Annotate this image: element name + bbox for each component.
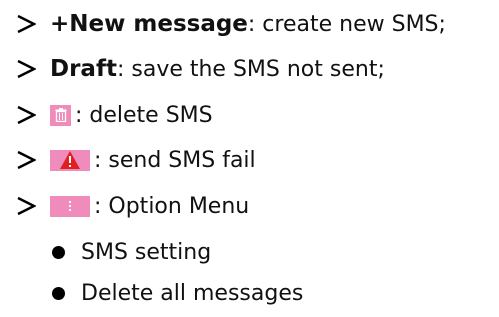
sub-item-label: SMS setting [81,239,212,265]
trash-icon [50,104,71,126]
arrow-bullet-icon [17,14,36,34]
desc-new-message: : create new SMS; [247,11,446,37]
term-draft: Draft [50,56,117,82]
desc-send-fail: : send SMS fail [94,147,256,173]
bullet-item-new-message: +New message : create new SMS; [16,4,446,44]
bullet-item-draft: Draft : save the SMS not sent; [16,49,385,89]
dot-bullet-icon [52,245,65,259]
warning-icon [50,149,90,171]
arrow-bullet-icon [17,196,36,216]
sub-item-delete-all: Delete all messages [52,275,303,311]
dot-bullet-icon [52,286,65,300]
term-new-message: +New message [50,11,248,37]
arrow-bullet-icon [17,59,36,79]
sub-item-sms-setting: SMS setting [52,234,211,270]
more-vertical-icon [50,195,90,217]
bullet-item-option-menu: : Option Menu [16,186,249,226]
arrow-bullet-icon [17,105,36,125]
desc-draft: : save the SMS not sent; [116,56,385,82]
sub-item-label: Delete all messages [81,280,304,306]
bullet-item-send-fail: : send SMS fail [16,140,256,180]
arrow-bullet-icon [17,150,36,170]
desc-option-menu: : Option Menu [94,193,250,219]
desc-delete: : delete SMS [75,102,213,128]
bullet-item-delete: : delete SMS [16,95,213,135]
